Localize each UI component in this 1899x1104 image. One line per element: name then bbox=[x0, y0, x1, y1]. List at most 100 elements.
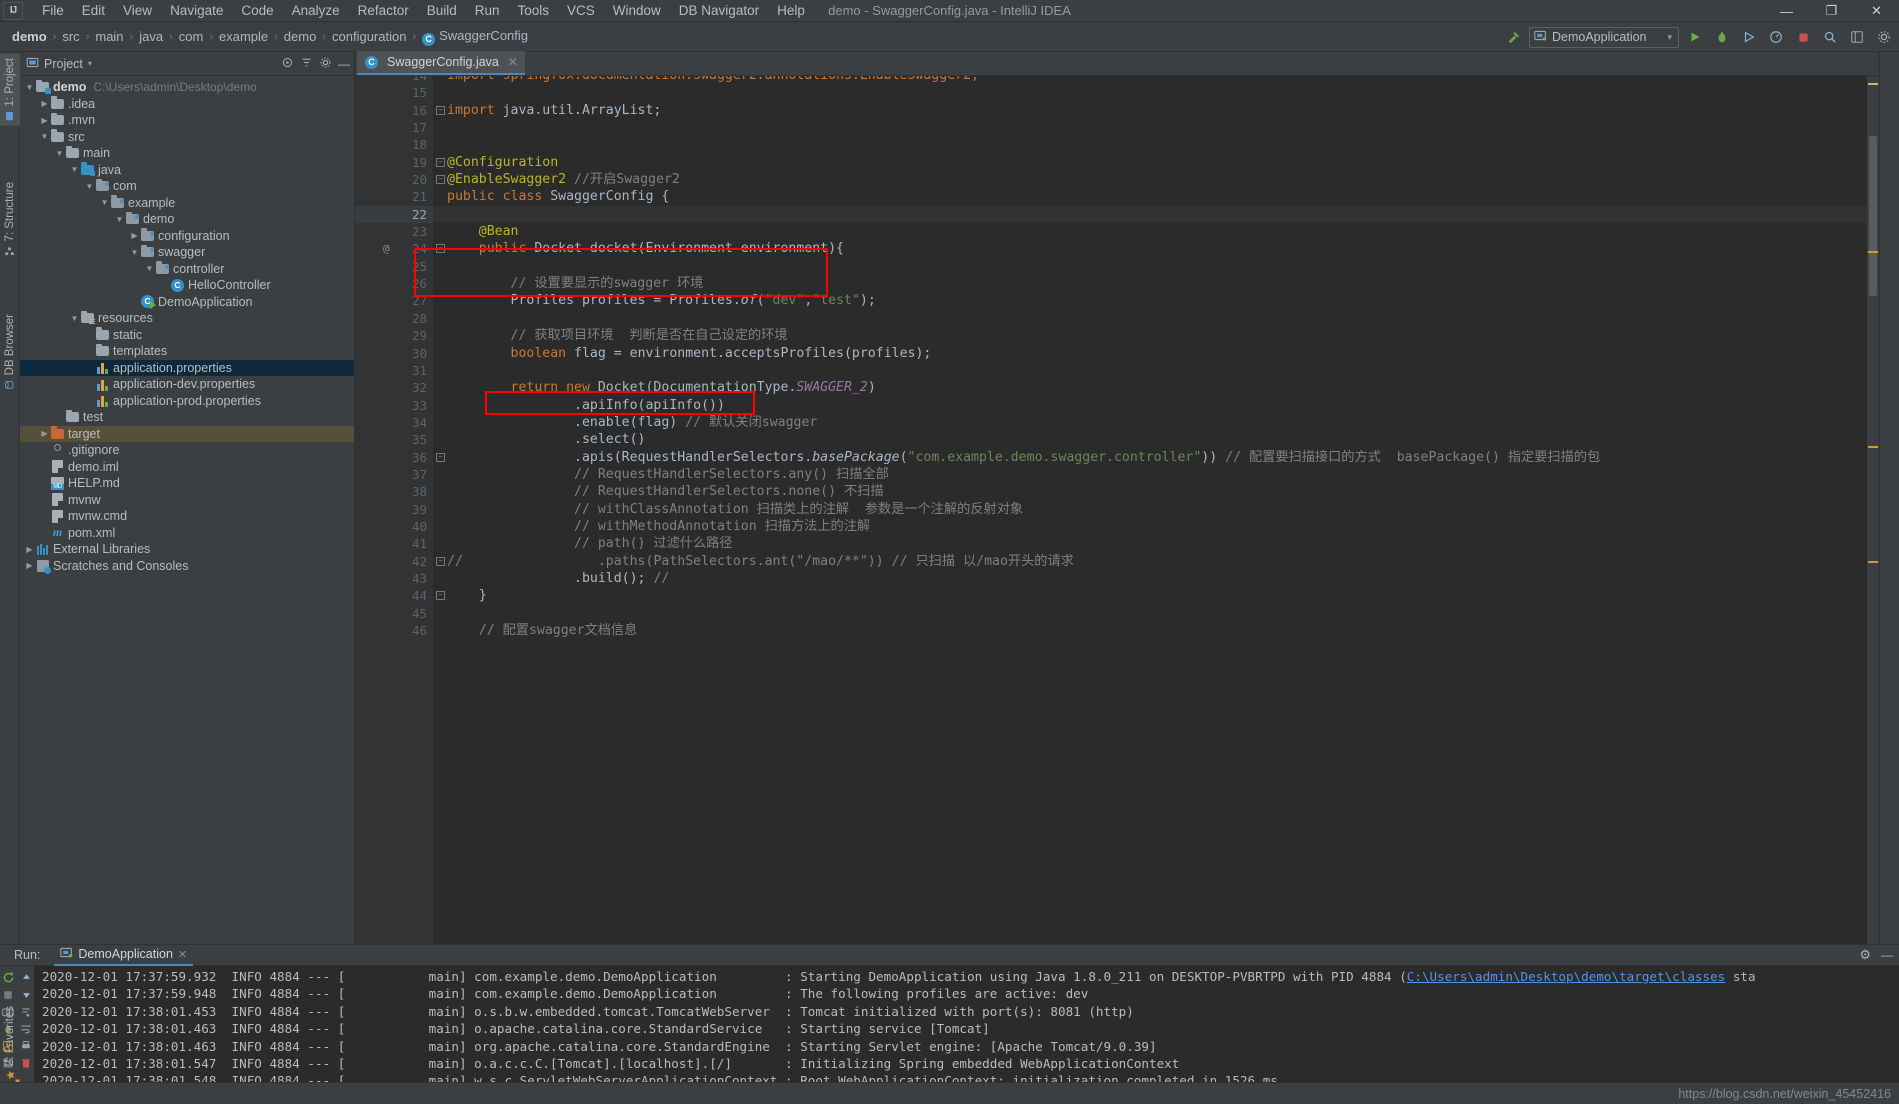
chevron-right-icon[interactable]: ▶ bbox=[39, 99, 50, 108]
chevron-down-icon[interactable]: ▼ bbox=[144, 264, 155, 273]
tree-node-src[interactable]: ▼ src bbox=[20, 129, 354, 146]
code-line[interactable]: import springfox.documentation.swagger2.… bbox=[447, 76, 1879, 84]
tree-node-test[interactable]: ▶test bbox=[20, 409, 354, 426]
tree-node-demoapplication[interactable]: ▶CDemoApplication bbox=[20, 294, 354, 311]
run-tab-demoapplication[interactable]: DemoApplication ✕ bbox=[54, 944, 194, 966]
menu-item-view[interactable]: View bbox=[114, 1, 161, 20]
code-line[interactable]: public Docket docket(Environment environ… bbox=[447, 240, 1879, 257]
tree-node-templates[interactable]: ▶templates bbox=[20, 343, 354, 360]
breadcrumb-item-configuration[interactable]: configuration bbox=[328, 29, 410, 44]
code-line[interactable]: .build(); // bbox=[447, 570, 1879, 587]
chevron-right-icon[interactable]: ▶ bbox=[39, 116, 50, 125]
chevron-down-icon[interactable]: ▼ bbox=[24, 83, 35, 92]
menu-item-analyze[interactable]: Analyze bbox=[283, 1, 349, 20]
tree-node-help-md[interactable]: ▶MDHELP.md bbox=[20, 475, 354, 492]
code-line[interactable] bbox=[447, 362, 1879, 379]
project-chevron-down-icon[interactable]: ▾ bbox=[88, 59, 92, 68]
tree-node-external-libraries[interactable]: ▶ External Libraries bbox=[20, 541, 354, 558]
soft-wrap-icon[interactable] bbox=[19, 1021, 34, 1036]
profile-icon[interactable] bbox=[1765, 26, 1787, 48]
chevron-right-icon[interactable]: ▶ bbox=[39, 429, 50, 438]
editor-tab-swaggerconfig[interactable]: C SwaggerConfig.java ✕ bbox=[357, 51, 525, 75]
menu-item-window[interactable]: Window bbox=[604, 1, 670, 20]
tree-node-scratches-and-consoles[interactable]: ▶ Scratches and Consoles bbox=[20, 558, 354, 575]
hide-panel-icon[interactable]: — bbox=[338, 57, 350, 71]
trash-icon[interactable] bbox=[19, 1055, 34, 1070]
tree-node-application-properties[interactable]: ▶application.properties bbox=[20, 359, 354, 376]
run-configuration-selector[interactable]: DemoApplication ▾ bbox=[1529, 26, 1679, 48]
tree-node-hellocontroller[interactable]: ▶CHelloController bbox=[20, 277, 354, 294]
tree-node-target[interactable]: ▶ target bbox=[20, 425, 354, 442]
code-line[interactable] bbox=[447, 136, 1879, 153]
code-line[interactable]: public class SwaggerConfig { bbox=[447, 188, 1879, 205]
breadcrumb-item-example[interactable]: example bbox=[215, 29, 272, 44]
code-line[interactable]: @EnableSwagger2 //开启Swagger2 bbox=[447, 171, 1879, 188]
close-button[interactable]: ✕ bbox=[1854, 0, 1899, 22]
code-line[interactable]: // .paths(PathSelectors.ant("/mao/**")) … bbox=[447, 553, 1879, 570]
code-line[interactable]: // path() 过滤什么路径 bbox=[447, 535, 1879, 552]
console-output[interactable]: 2020-12-01 17:37:59.932 INFO 4884 --- [ … bbox=[34, 966, 1899, 1082]
chevron-down-icon[interactable]: ▼ bbox=[84, 182, 95, 191]
breadcrumb-item-swaggerconfig[interactable]: C SwaggerConfig bbox=[418, 28, 532, 46]
menu-item-edit[interactable]: Edit bbox=[73, 1, 114, 20]
menu-item-refactor[interactable]: Refactor bbox=[349, 1, 418, 20]
tree-node-com[interactable]: ▼ com bbox=[20, 178, 354, 195]
code-line[interactable]: .apis(RequestHandlerSelectors.basePackag… bbox=[447, 449, 1879, 466]
menu-item-db-navigator[interactable]: DB Navigator bbox=[670, 1, 768, 20]
down-arrow-icon[interactable] bbox=[19, 987, 34, 1002]
code-line[interactable]: import java.util.ArrayList; bbox=[447, 102, 1879, 119]
code-line[interactable] bbox=[433, 205, 1879, 224]
tree-node--idea[interactable]: ▶ .idea bbox=[20, 96, 354, 113]
chevron-down-icon[interactable]: ▼ bbox=[129, 248, 140, 257]
sidebar-tab-favorites[interactable]: 2: Favorites bbox=[0, 1006, 20, 1080]
tree-node-main[interactable]: ▼ main bbox=[20, 145, 354, 162]
search-icon[interactable] bbox=[1819, 26, 1841, 48]
run-icon[interactable] bbox=[1684, 26, 1706, 48]
tree-node-pom-xml[interactable]: ▶mpom.xml bbox=[20, 525, 354, 542]
sidebar-tab-db-browser[interactable]: DB Browser bbox=[0, 310, 20, 394]
coverage-icon[interactable] bbox=[1738, 26, 1760, 48]
run-tab-close-icon[interactable]: ✕ bbox=[178, 948, 187, 961]
code-line[interactable]: // withMethodAnnotation 扫描方法上的注解 bbox=[447, 518, 1879, 535]
project-tree[interactable]: ▼ demo C:\Users\admin\Desktop\demo ▶ .idea ▶.… bbox=[20, 76, 354, 944]
tree-node-mvnw[interactable]: ▶mvnw bbox=[20, 492, 354, 509]
build-hammer-icon[interactable] bbox=[1502, 26, 1524, 48]
layout-icon[interactable] bbox=[1846, 26, 1868, 48]
code-line[interactable]: // 配置swagger文档信息 bbox=[447, 622, 1879, 639]
tree-node-resources[interactable]: ▼ resources bbox=[20, 310, 354, 327]
sidebar-tab-structure[interactable]: 7: Structure bbox=[0, 178, 20, 260]
code-line[interactable]: .apiInfo(apiInfo()) bbox=[447, 397, 1879, 414]
tree-node-configuration[interactable]: ▶ configuration bbox=[20, 228, 354, 245]
chevron-down-icon[interactable]: ▼ bbox=[54, 149, 65, 158]
code-line[interactable]: .select() bbox=[447, 431, 1879, 448]
code-line[interactable] bbox=[447, 84, 1879, 101]
settings-gear-icon[interactable] bbox=[1873, 26, 1895, 48]
tree-node--mvn[interactable]: ▶ .mvn bbox=[20, 112, 354, 129]
code-line[interactable]: // 获取项目环境 判断是否在自己设定的环境 bbox=[447, 327, 1879, 344]
menu-item-file[interactable]: File bbox=[33, 1, 73, 20]
chevron-down-icon[interactable]: ▼ bbox=[99, 198, 110, 207]
tree-node-demo[interactable]: ▼ demo bbox=[20, 211, 354, 228]
chevron-down-icon[interactable]: ▼ bbox=[69, 314, 80, 323]
stop-icon[interactable] bbox=[1792, 26, 1814, 48]
rerun-icon[interactable] bbox=[1, 970, 16, 985]
breadcrumb-item-com[interactable]: com bbox=[175, 29, 208, 44]
code-line[interactable]: return new Docket(DocumentationType.SWAG… bbox=[447, 379, 1879, 396]
menu-item-tools[interactable]: Tools bbox=[509, 1, 559, 20]
code-line[interactable]: // 设置要显示的swagger 环境 bbox=[447, 275, 1879, 292]
code-line[interactable]: // withClassAnnotation 扫描类上的注解 参数是一个注解的反… bbox=[447, 501, 1879, 518]
tree-node-controller[interactable]: ▼ controller bbox=[20, 261, 354, 278]
code-line[interactable]: .enable(flag) // 默认关闭swagger bbox=[447, 414, 1879, 431]
code-content[interactable]: import springfox.documentation.swagger2.… bbox=[433, 76, 1879, 944]
chevron-right-icon[interactable]: ▶ bbox=[129, 231, 140, 240]
code-line[interactable]: @Configuration bbox=[447, 154, 1879, 171]
chevron-down-icon[interactable]: ▼ bbox=[69, 165, 80, 174]
chevron-right-icon[interactable]: ▶ bbox=[24, 561, 35, 570]
tree-node-java[interactable]: ▼ java bbox=[20, 162, 354, 179]
code-line[interactable] bbox=[447, 119, 1879, 136]
code-line[interactable]: Profiles profiles = Profiles.of("dev","t… bbox=[447, 292, 1879, 309]
stop-square-icon[interactable] bbox=[1, 987, 16, 1002]
code-line[interactable] bbox=[447, 258, 1879, 275]
menu-item-vcs[interactable]: VCS bbox=[558, 1, 604, 20]
code-line[interactable]: // RequestHandlerSelectors.none() 不扫描 bbox=[447, 483, 1879, 500]
